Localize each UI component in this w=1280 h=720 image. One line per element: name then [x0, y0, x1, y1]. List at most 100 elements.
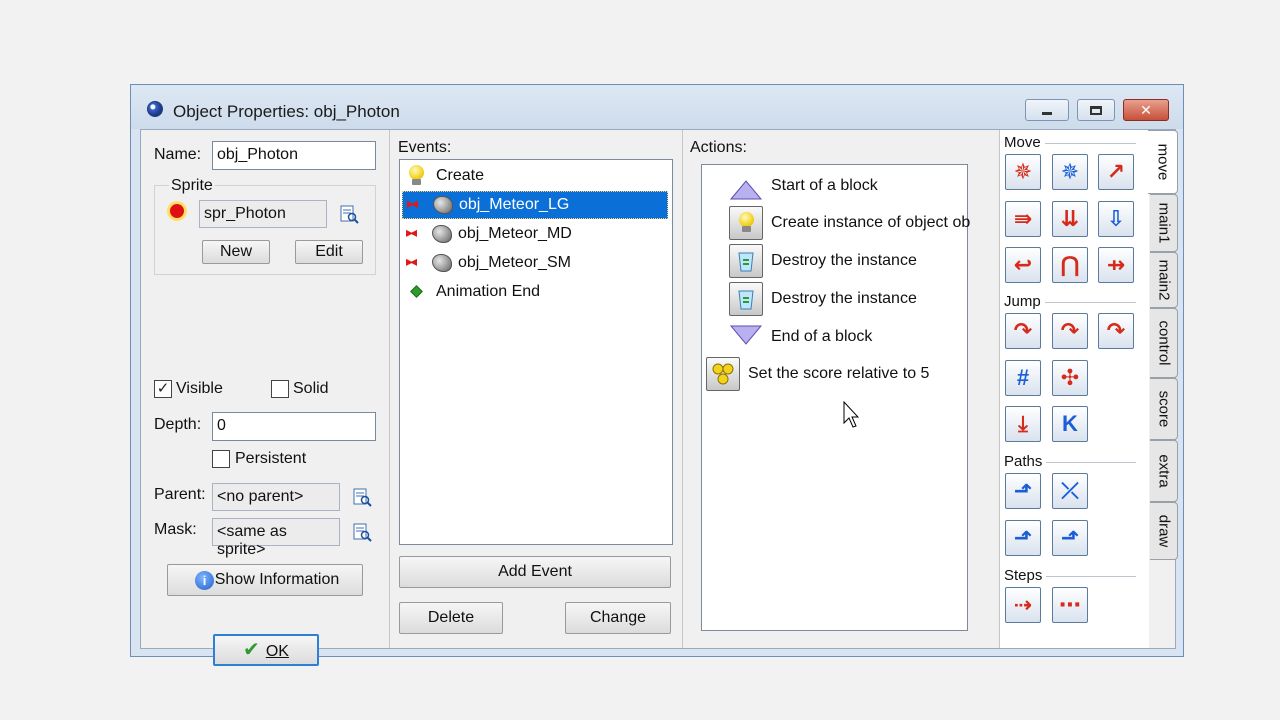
tab-main1[interactable]: main1	[1150, 194, 1178, 252]
collision-icon: ▸◂	[406, 253, 458, 273]
event-item-collision-meteor-md[interactable]: ▸◂ obj_Meteor_MD	[402, 220, 668, 248]
persistent-checkbox[interactable]	[212, 450, 230, 468]
event-item-collision-meteor-lg[interactable]: ▸◂ obj_Meteor_LG	[402, 191, 668, 219]
recycle-bin-icon	[729, 244, 763, 278]
collision-icon: ▸◂	[407, 195, 459, 215]
tab-control[interactable]: control	[1150, 308, 1178, 378]
depth-field[interactable]: 0	[212, 412, 376, 441]
window-title: Object Properties: obj_Photon	[173, 102, 400, 121]
action-item[interactable]: End of a block	[729, 320, 872, 354]
step-avoiding-icon[interactable]: ⋯	[1052, 587, 1088, 623]
action-item[interactable]: Destroy the instance	[729, 244, 917, 278]
move-towards-icon[interactable]: ↗	[1098, 154, 1134, 190]
set-path-icon[interactable]: ⬏	[1005, 473, 1041, 509]
show-information-button[interactable]: i Show Information	[167, 564, 363, 596]
mask-field[interactable]: <same as sprite>	[212, 518, 340, 558]
checkmark-icon: ✔	[243, 639, 260, 661]
mask-label: Mask:	[154, 521, 197, 538]
move-free-blue-icon[interactable]: ✵	[1052, 154, 1088, 190]
lightbulb-icon	[406, 165, 434, 186]
triangle-down-icon	[729, 325, 763, 345]
new-sprite-button[interactable]: New	[202, 240, 270, 264]
delete-event-button[interactable]: Delete	[399, 602, 503, 634]
events-header: Events:	[398, 139, 452, 156]
step-towards-icon[interactable]: ⇢	[1005, 587, 1041, 623]
action-item[interactable]: Set the score relative to 5	[706, 357, 929, 391]
dialog-client: Name: obj_Photon Sprite spr_Photon New E…	[140, 129, 1178, 666]
reverse-vertical-icon[interactable]: ⋂	[1052, 247, 1088, 283]
solid-label: Solid	[293, 380, 329, 397]
events-list[interactable]: Create ▸◂ obj_Meteor_LG ▸◂ obj_Meteor_MD…	[399, 159, 673, 545]
parent-label: Parent:	[154, 486, 206, 503]
tab-extra[interactable]: extra	[1150, 440, 1178, 502]
title-bar[interactable]: Object Properties: obj_Photon ✕	[131, 85, 1183, 129]
maximize-icon	[1090, 105, 1102, 115]
bounce-icon[interactable]: K	[1052, 406, 1088, 442]
tab-score[interactable]: score	[1150, 378, 1178, 440]
mouse-cursor-icon	[843, 401, 859, 428]
speed-vertical-icon[interactable]: ⇊	[1052, 201, 1088, 237]
visible-checkbox[interactable]: ✓	[154, 380, 172, 398]
visible-label: Visible	[176, 380, 223, 397]
jump-to-start-icon[interactable]: ↷	[1052, 313, 1088, 349]
minimize-button[interactable]	[1025, 99, 1069, 121]
green-diamond-icon	[406, 282, 434, 302]
sprite-group-label: Sprite	[169, 177, 215, 195]
action-item[interactable]: Start of a block	[729, 169, 878, 203]
info-icon: i	[195, 571, 214, 590]
sprite-field[interactable]: spr_Photon	[199, 200, 327, 228]
section-steps: Steps	[1000, 567, 1140, 584]
app-icon	[147, 101, 163, 117]
section-move: Move	[1000, 134, 1140, 151]
maximize-button[interactable]	[1077, 99, 1115, 121]
divider	[389, 130, 390, 648]
tab-main2[interactable]: main2	[1150, 252, 1178, 308]
jump-to-position-icon[interactable]: ↷	[1005, 313, 1041, 349]
action-library: Move ✵ ✵ ↗ ⇛ ⇊ ⇩ ↩ ⋂ ⇸ Jump ↷ ↷ ↷ # ✣ ⤓ …	[999, 130, 1149, 648]
parent-field[interactable]: <no parent>	[212, 483, 340, 511]
align-to-grid-icon[interactable]: #	[1005, 360, 1041, 396]
show-information-label: Show Information	[214, 571, 340, 588]
path-position-icon[interactable]: ⬏	[1005, 520, 1041, 556]
move-fixed-red-icon[interactable]: ✵	[1005, 154, 1041, 190]
actions-header: Actions:	[690, 139, 747, 156]
mask-browse-icon[interactable]	[352, 522, 372, 542]
section-paths: Paths	[1000, 453, 1140, 470]
action-item[interactable]: Destroy the instance	[729, 282, 917, 316]
sprite-preview-icon	[167, 201, 187, 221]
actions-list[interactable]: Start of a block Create instance of obje…	[701, 164, 970, 631]
tab-draw[interactable]: draw	[1150, 502, 1178, 560]
speed-horizontal-icon[interactable]: ⇛	[1005, 201, 1041, 237]
recycle-bin-icon	[729, 282, 763, 316]
event-item-collision-meteor-sm[interactable]: ▸◂ obj_Meteor_SM	[402, 249, 668, 277]
object-properties-window: Object Properties: obj_Photon ✕ Name: ob…	[130, 84, 1184, 666]
sprite-browse-icon[interactable]	[339, 204, 359, 224]
reverse-horizontal-icon[interactable]: ↩	[1005, 247, 1041, 283]
depth-label: Depth:	[154, 416, 202, 433]
event-item-create[interactable]: Create	[402, 162, 668, 190]
event-item-animation-end[interactable]: Animation End	[402, 278, 668, 306]
collision-icon: ▸◂	[406, 224, 458, 244]
path-speed-icon[interactable]: ⬏	[1052, 520, 1088, 556]
solid-checkbox[interactable]	[271, 380, 289, 398]
name-field[interactable]: obj_Photon	[212, 141, 376, 170]
section-jump: Jump	[1000, 293, 1140, 310]
score-coins-icon	[706, 357, 740, 391]
friction-icon[interactable]: ⇸	[1098, 247, 1134, 283]
change-event-button[interactable]: Change	[565, 602, 671, 634]
parent-browse-icon[interactable]	[352, 487, 372, 507]
tab-move[interactable]: move	[1148, 130, 1178, 194]
edit-sprite-button[interactable]: Edit	[295, 240, 363, 264]
end-path-icon[interactable]: ⤫	[1052, 473, 1088, 509]
minimize-icon	[1042, 111, 1052, 115]
ok-button[interactable]: ✔ OK	[213, 634, 319, 666]
move-to-contact-icon[interactable]: ⤓	[1005, 406, 1041, 442]
persistent-label: Persistent	[235, 450, 307, 467]
close-button[interactable]: ✕	[1123, 99, 1169, 121]
jump-random-icon[interactable]: ↷	[1098, 313, 1134, 349]
action-item[interactable]: Create instance of object ob	[729, 206, 970, 240]
gravity-icon[interactable]: ⇩	[1098, 201, 1134, 237]
wrap-screen-icon[interactable]: ✣	[1052, 360, 1088, 396]
add-event-button[interactable]: Add Event	[399, 556, 671, 588]
divider	[682, 130, 683, 648]
